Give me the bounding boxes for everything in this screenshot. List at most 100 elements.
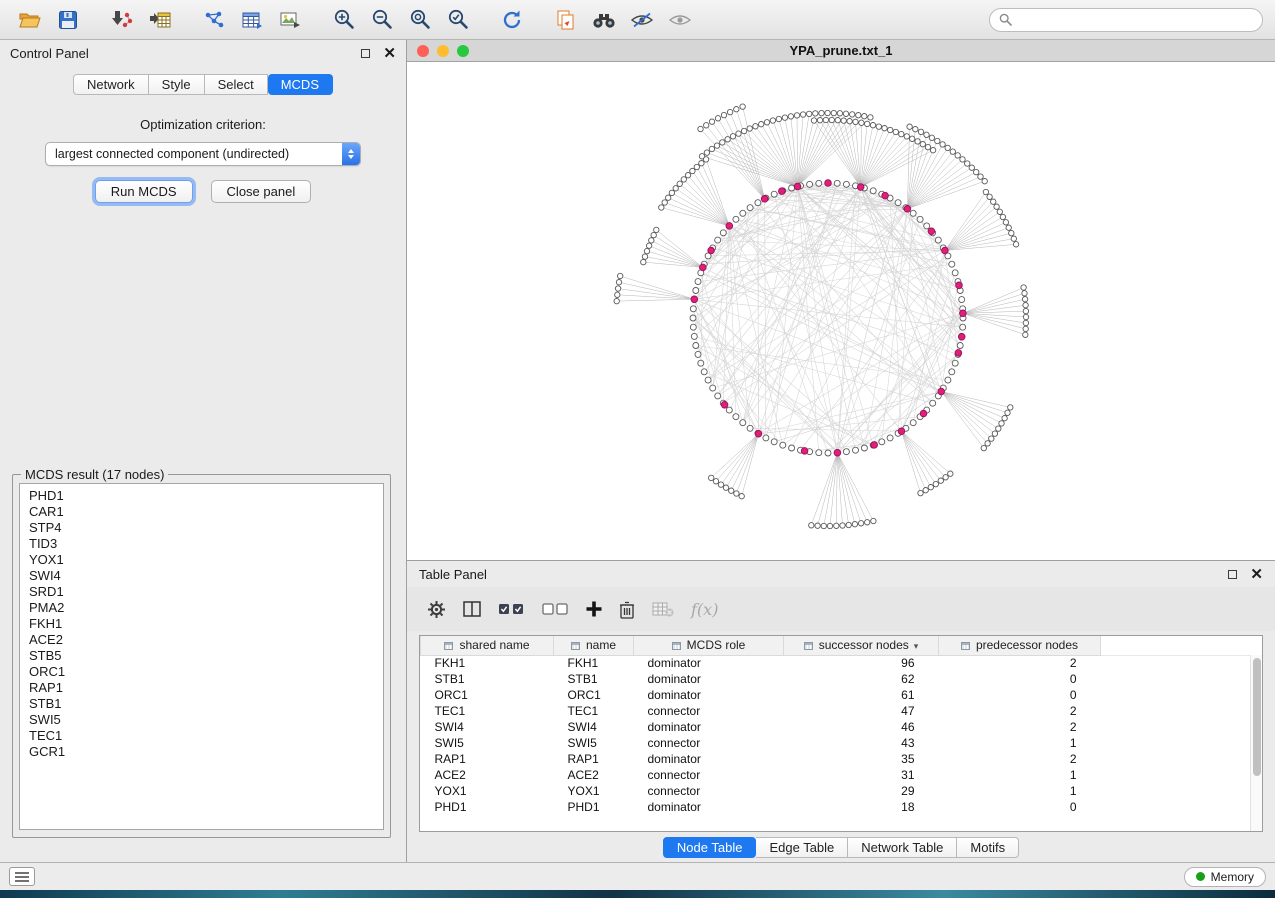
mcds-result-item[interactable]: RAP1: [29, 680, 374, 696]
table-cell: 1: [939, 735, 1101, 751]
search-input[interactable]: [1018, 13, 1253, 27]
function-builder-button[interactable]: f(x): [691, 600, 718, 619]
memory-button[interactable]: Memory: [1184, 867, 1266, 887]
table-row[interactable]: ACE2ACE2connector311: [421, 767, 1263, 783]
mcds-result-item[interactable]: STB5: [29, 648, 374, 664]
mcds-result-item[interactable]: YOX1: [29, 552, 374, 568]
new-network-button[interactable]: [196, 5, 232, 35]
tab-network-table[interactable]: Network Table: [848, 837, 957, 858]
delete-table-button[interactable]: [652, 601, 674, 617]
column-header-label: MCDS role: [687, 638, 746, 652]
copy-document-icon: [556, 9, 576, 31]
table-scrollbar-thumb[interactable]: [1253, 658, 1261, 776]
table-cell: 0: [939, 687, 1101, 703]
table-row[interactable]: TEC1TEC1connector472: [421, 703, 1263, 719]
table-row[interactable]: STB1STB1dominator620: [421, 671, 1263, 687]
run-mcds-button[interactable]: Run MCDS: [95, 180, 193, 203]
mcds-result-item[interactable]: TEC1: [29, 728, 374, 744]
network-canvas[interactable]: [407, 62, 1275, 560]
new-table-button[interactable]: [234, 5, 270, 35]
network-graph[interactable]: [407, 62, 1275, 560]
mcds-result-item[interactable]: TID3: [29, 536, 374, 552]
maximize-window-icon[interactable]: [457, 45, 469, 57]
save-session-button[interactable]: [50, 5, 86, 35]
tab-style[interactable]: Style: [149, 74, 205, 95]
tab-select[interactable]: Select: [205, 74, 268, 95]
table-row[interactable]: PHD1PHD1dominator180: [421, 799, 1263, 815]
table-row[interactable]: SWI4SWI4dominator462: [421, 719, 1263, 735]
table-row[interactable]: YOX1YOX1connector291: [421, 783, 1263, 799]
tab-mcds[interactable]: MCDS: [268, 74, 333, 95]
select-all-button[interactable]: [498, 601, 525, 617]
table-cell: RAP1: [554, 751, 634, 767]
open-file-button[interactable]: [12, 5, 48, 35]
delete-column-button[interactable]: [619, 600, 635, 619]
tab-network[interactable]: Network: [73, 74, 149, 95]
table-row[interactable]: ORC1ORC1dominator610: [421, 687, 1263, 703]
mcds-result-item[interactable]: STP4: [29, 520, 374, 536]
mcds-result-item[interactable]: GCR1: [29, 744, 374, 760]
table-cell: 1: [939, 767, 1101, 783]
table-cell: SWI4: [421, 719, 554, 735]
minimize-window-icon[interactable]: [437, 45, 449, 57]
criterion-dropdown[interactable]: largest connected component (undirected): [45, 142, 361, 166]
table-scrollbar[interactable]: [1250, 655, 1262, 831]
column-header-successor-nodes[interactable]: successor nodes▾: [784, 636, 939, 655]
table-settings-button[interactable]: [427, 600, 446, 619]
zoom-selected-button[interactable]: [440, 5, 476, 35]
import-network-button[interactable]: [104, 5, 140, 35]
column-header-MCDS-role[interactable]: MCDS role: [634, 636, 784, 655]
image-export-icon: [279, 10, 301, 30]
add-column-button[interactable]: [586, 601, 602, 617]
table-row[interactable]: SWI5SWI5connector431: [421, 735, 1263, 751]
mcds-result-item[interactable]: PHD1: [29, 488, 374, 504]
column-grid-icon: [571, 642, 580, 650]
float-table-panel-button[interactable]: [1228, 570, 1237, 579]
show-graphics-button[interactable]: [662, 5, 698, 35]
find-button[interactable]: [586, 5, 622, 35]
mcds-result-item[interactable]: SWI5: [29, 712, 374, 728]
mcds-result-item[interactable]: SWI4: [29, 568, 374, 584]
close-panel-action-button[interactable]: Close panel: [211, 180, 312, 203]
import-table-button[interactable]: [142, 5, 178, 35]
tab-node-table[interactable]: Node Table: [663, 837, 757, 858]
export-image-button[interactable]: [272, 5, 308, 35]
table-cell: [1101, 799, 1263, 815]
mcds-result-item[interactable]: SRD1: [29, 584, 374, 600]
zoom-fit-button[interactable]: [402, 5, 438, 35]
table-cell: connector: [634, 783, 784, 799]
table-row[interactable]: FKH1FKH1dominator962: [421, 655, 1263, 671]
close-window-icon[interactable]: [417, 45, 429, 57]
column-header-predecessor-nodes[interactable]: predecessor nodes: [939, 636, 1101, 655]
mcds-result-item[interactable]: ORC1: [29, 664, 374, 680]
table-cell: [1101, 719, 1263, 735]
table-toolbar: f(x): [407, 587, 1275, 631]
mcds-result-item[interactable]: CAR1: [29, 504, 374, 520]
hide-details-button[interactable]: [624, 5, 660, 35]
float-panel-button[interactable]: [361, 49, 370, 58]
status-menu-button[interactable]: [9, 867, 35, 886]
memory-status-icon: [1196, 872, 1205, 881]
column-header-shared-name[interactable]: shared name: [421, 636, 554, 655]
table-cell: [1101, 751, 1263, 767]
tab-edge-table[interactable]: Edge Table: [756, 837, 848, 858]
close-table-panel-button[interactable]: ✕: [1250, 567, 1263, 582]
apply-layout-button[interactable]: [494, 5, 530, 35]
column-header-name[interactable]: name: [554, 636, 634, 655]
mcds-result-item[interactable]: STB1: [29, 696, 374, 712]
show-columns-button[interactable]: [463, 601, 481, 617]
mcds-result-item[interactable]: FKH1: [29, 616, 374, 632]
close-panel-button[interactable]: ✕: [383, 46, 396, 61]
mcds-result-item[interactable]: ACE2: [29, 632, 374, 648]
table-cell: 43: [784, 735, 939, 751]
mcds-result-item[interactable]: PMA2: [29, 600, 374, 616]
table-cell: [1101, 655, 1263, 671]
zoom-out-button[interactable]: [364, 5, 400, 35]
table-row[interactable]: RAP1RAP1dominator352: [421, 751, 1263, 767]
select-all-icon: [498, 601, 525, 617]
deselect-all-button[interactable]: [542, 601, 569, 617]
trash-icon: [619, 600, 635, 619]
zoom-in-button[interactable]: [326, 5, 362, 35]
copy-network-button[interactable]: [548, 5, 584, 35]
tab-motifs[interactable]: Motifs: [957, 837, 1019, 858]
